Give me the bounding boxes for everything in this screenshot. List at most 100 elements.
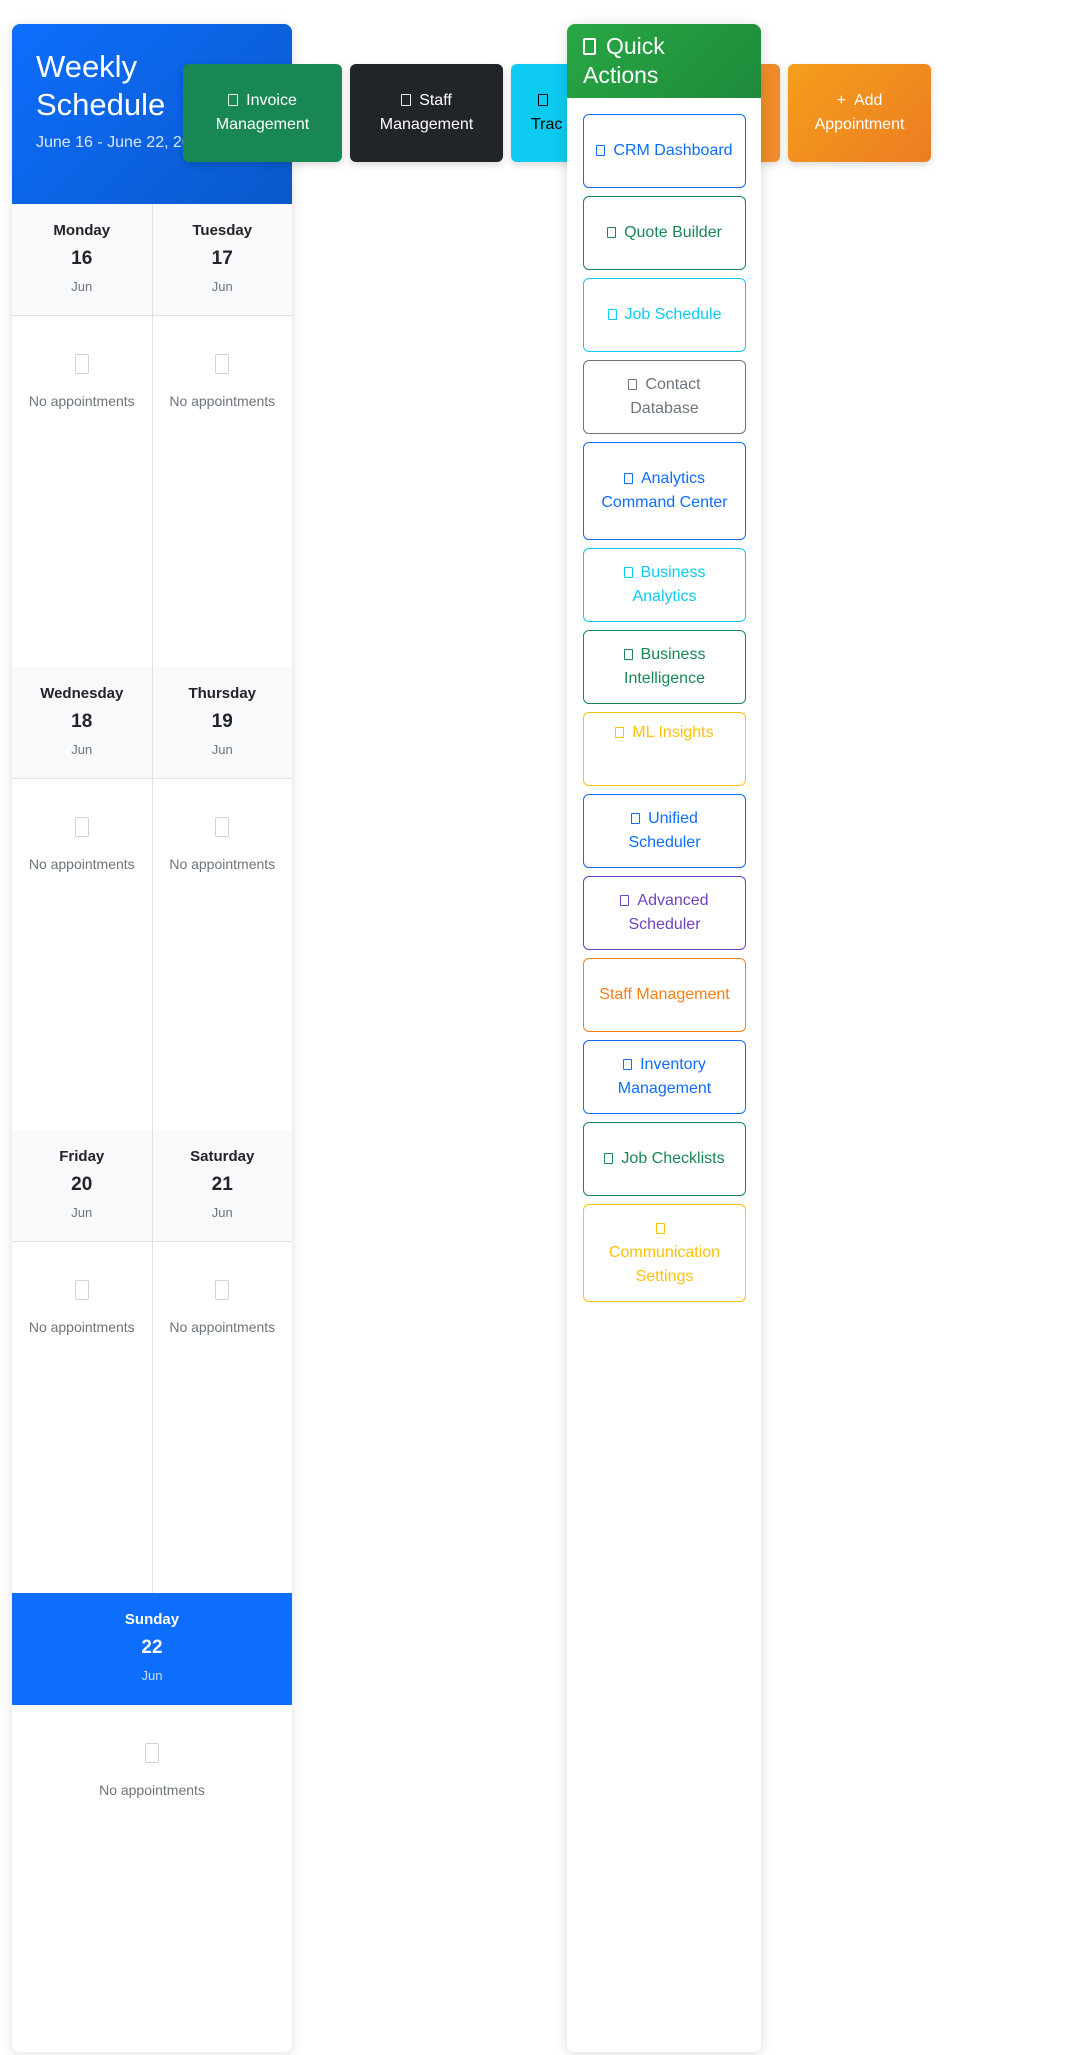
day-column-tuesday[interactable]: Tuesday 17 Jun No appointments xyxy=(151,204,293,667)
lightning-icon xyxy=(583,38,596,55)
day-header: Saturday 21 Jun xyxy=(152,1130,292,1242)
empty-state-text: No appointments xyxy=(28,393,135,409)
contacts-icon xyxy=(628,379,638,390)
contact-database-button[interactable]: Contact Database xyxy=(583,360,746,434)
button-label: Communication Settings xyxy=(608,1244,721,1285)
button-label: Job Checklists xyxy=(621,1150,725,1167)
button-label: Business Analytics xyxy=(632,564,706,605)
button-label: Job Schedule xyxy=(624,306,722,323)
settings-icon xyxy=(656,1223,665,1234)
day-name: Thursday xyxy=(188,685,256,702)
lightbulb-icon xyxy=(623,649,633,660)
day-column-thursday[interactable]: Thursday 19 Jun No appointments xyxy=(151,667,293,1130)
crm-dashboard-button[interactable]: CRM Dashboard xyxy=(583,114,746,188)
day-row: Wednesday 18 Jun No appointments Thursda… xyxy=(12,667,292,1130)
day-month: Jun xyxy=(211,279,233,294)
day-appointments: No appointments xyxy=(12,1705,292,2052)
button-label: Staff Management xyxy=(379,92,474,133)
button-label: Staff Management xyxy=(599,986,730,1003)
day-number: 18 xyxy=(71,711,93,732)
checklist-icon xyxy=(604,1153,614,1164)
button-label: Analytics Command Center xyxy=(601,470,728,511)
business-analytics-button[interactable]: Business Analytics xyxy=(583,548,746,622)
day-month: Jun xyxy=(71,1205,93,1220)
advanced-scheduler-button[interactable]: Advanced Scheduler xyxy=(583,876,746,950)
day-column-sunday[interactable]: Sunday 22 Jun No appointments xyxy=(12,1593,292,2052)
day-appointments: No appointments xyxy=(12,316,152,667)
calendar-empty-icon xyxy=(74,1280,89,1300)
calendar-empty-icon xyxy=(145,1743,159,1763)
day-month: Jun xyxy=(71,279,93,294)
communication-settings-button[interactable]: Communication Settings xyxy=(583,1204,746,1302)
day-number: 19 xyxy=(211,711,233,732)
job-checklists-button[interactable]: Job Checklists xyxy=(583,1122,746,1196)
calendar-check-icon xyxy=(631,813,641,824)
staff-icon xyxy=(401,94,412,106)
analytics-command-center-button[interactable]: Analytics Command Center xyxy=(583,442,746,540)
job-schedule-button[interactable]: Job Schedule xyxy=(583,278,746,352)
day-appointments: No appointments xyxy=(153,316,293,667)
day-name: Sunday xyxy=(124,1611,180,1628)
day-row: Friday 20 Jun No appointments Saturday 2… xyxy=(12,1130,292,1593)
day-number: 22 xyxy=(141,1637,163,1658)
brain-icon xyxy=(615,727,625,738)
day-row: Monday 16 Jun No appointments Tuesday 17… xyxy=(12,204,292,667)
day-number: 20 xyxy=(71,1174,93,1195)
day-month: Jun xyxy=(211,1205,233,1220)
empty-state-text: No appointments xyxy=(169,856,276,872)
staff-management-quick-button[interactable]: Staff Management xyxy=(583,958,746,1032)
empty-state-text: No appointments xyxy=(28,856,135,872)
day-appointments: No appointments xyxy=(153,779,293,1130)
day-appointments: No appointments xyxy=(12,779,152,1130)
day-column-friday[interactable]: Friday 20 Jun No appointments xyxy=(12,1130,152,1593)
empty-state-text: No appointments xyxy=(169,1319,276,1335)
invoice-icon xyxy=(228,94,239,106)
ml-insights-button[interactable]: ML Insights xyxy=(583,712,746,786)
button-label: Quote Builder xyxy=(624,224,722,241)
inventory-management-button[interactable]: Inventory Management xyxy=(583,1040,746,1114)
calendar-empty-icon xyxy=(215,354,230,374)
calendar-empty-icon xyxy=(215,817,230,837)
unified-scheduler-button[interactable]: Unified Scheduler xyxy=(583,794,746,868)
calendar-empty-icon xyxy=(215,1280,230,1300)
button-label: ML Insights xyxy=(632,724,714,741)
day-number: 16 xyxy=(71,248,93,269)
quote-builder-button[interactable]: Quote Builder xyxy=(583,196,746,270)
plus-icon: + xyxy=(836,92,846,109)
quick-actions-list: CRM Dashboard Quote Builder Job Schedule… xyxy=(567,98,761,1302)
day-header: Thursday 19 Jun xyxy=(152,667,292,779)
button-label: Add Appointment xyxy=(814,92,905,133)
day-month: Jun xyxy=(141,1668,163,1683)
button-label: CRM Dashboard xyxy=(613,142,733,159)
day-appointments: No appointments xyxy=(12,1242,152,1593)
button-label: Advanced Scheduler xyxy=(628,892,709,933)
add-appointment-button[interactable]: + Add Appointment xyxy=(788,64,931,162)
quick-actions-panel: Quick Actions CRM Dashboard Quote Builde… xyxy=(567,24,761,2052)
day-appointments: No appointments xyxy=(153,1242,293,1593)
chart-icon xyxy=(623,567,633,578)
staff-management-button[interactable]: Staff Management xyxy=(350,64,503,162)
tracking-icon xyxy=(537,94,548,106)
empty-state-text: No appointments xyxy=(99,1782,205,1798)
invoice-management-button[interactable]: Invoice Management xyxy=(183,64,342,162)
business-intelligence-button[interactable]: Business Intelligence xyxy=(583,630,746,704)
weekly-schedule-panel: Weekly Schedule June 16 - June 22, 2025 … xyxy=(12,24,292,2052)
day-header: Monday 16 Jun xyxy=(12,204,152,316)
calendar-empty-icon xyxy=(74,817,89,837)
day-name: Saturday xyxy=(190,1148,255,1165)
calendar-plus-icon xyxy=(620,895,630,906)
calendar-empty-icon xyxy=(74,354,89,374)
quote-icon xyxy=(607,227,617,238)
day-month: Jun xyxy=(71,742,93,757)
button-label: Trac xyxy=(531,116,563,133)
day-column-wednesday[interactable]: Wednesday 18 Jun No appointments xyxy=(12,667,152,1130)
dashboard-icon xyxy=(596,145,606,156)
day-name: Monday xyxy=(53,222,111,239)
day-name: Wednesday xyxy=(40,685,124,702)
day-column-saturday[interactable]: Saturday 21 Jun No appointments xyxy=(151,1130,293,1593)
day-header-today: Sunday 22 Jun xyxy=(12,1593,292,1705)
day-header: Tuesday 17 Jun xyxy=(152,204,292,316)
button-label: Contact Database xyxy=(630,376,701,417)
day-column-monday[interactable]: Monday 16 Jun No appointments xyxy=(12,204,152,667)
day-header: Friday 20 Jun xyxy=(12,1130,152,1242)
